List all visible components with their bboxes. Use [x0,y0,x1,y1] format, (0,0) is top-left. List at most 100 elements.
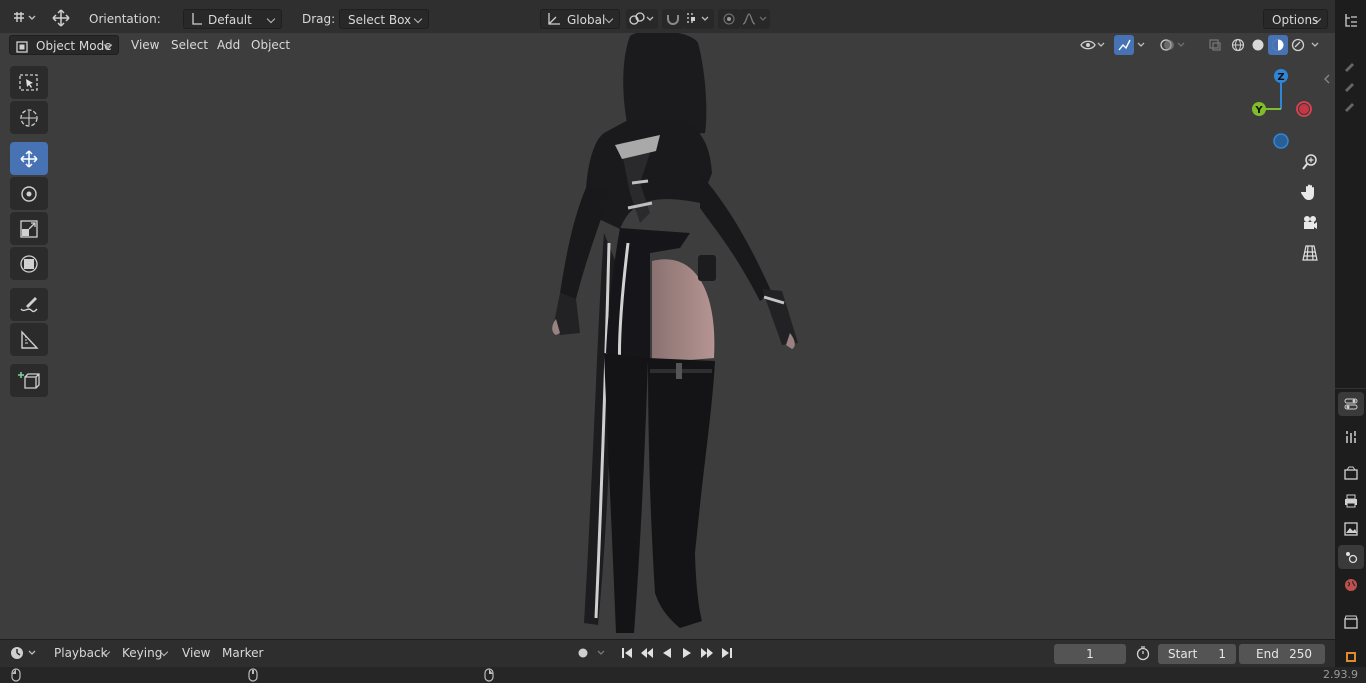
orientation-dropdown[interactable]: Default [183,9,282,29]
transform-icon [20,254,38,273]
tab-output[interactable] [1338,489,1364,513]
visibility-dropdown[interactable] [1078,35,1108,55]
pan-button[interactable] [1296,178,1324,206]
toggles-icon [1344,398,1358,410]
tab-view-layer[interactable] [1338,517,1364,541]
zoom-button[interactable] [1296,148,1324,176]
start-frame-field[interactable]: Start 1 [1158,644,1236,664]
play-icon [683,648,691,658]
tool-scale[interactable] [10,212,48,245]
xray-icon [1209,39,1221,51]
menu-object[interactable]: Object [245,35,296,55]
snap-toggle[interactable] [662,9,684,29]
tool-transform[interactable] [10,247,48,280]
shading-material-button[interactable] [1268,35,1288,55]
timeline-editor-type[interactable] [8,643,40,663]
falloff-dropdown[interactable] [740,9,770,29]
scene-icon [1346,552,1358,564]
gizmo-dropdown[interactable] [1134,35,1148,55]
preview-range-toggle[interactable] [1132,643,1154,663]
pivot-point-button[interactable] [626,9,658,29]
drag-dropdown[interactable]: Select Box [339,9,429,29]
keying-set-dropdown[interactable] [594,643,608,663]
tab-tool[interactable] [1338,425,1364,449]
tool-move[interactable] [10,142,48,175]
auto-keying-toggle[interactable] [572,643,594,663]
outliner-editor-type[interactable] [1338,8,1364,32]
transform-orientation-value: Global [567,13,606,27]
tab-scene[interactable] [1338,545,1364,569]
navigation-gizmo[interactable]: Z Y [1245,67,1325,157]
xray-toggle[interactable] [1204,35,1226,55]
editor-type-button[interactable] [10,8,40,28]
wireframe-sphere-icon [1231,38,1245,52]
divider [1335,388,1366,389]
add-cube-icon [18,371,40,389]
menu-add[interactable]: Add [211,35,246,55]
mode-dropdown[interactable]: Object Mode [9,35,119,55]
menu-marker[interactable]: Marker [216,643,269,663]
drag-value: Select Box [348,13,412,27]
tab-world[interactable] [1338,573,1364,597]
tool-annotate[interactable] [10,288,48,321]
jump-to-start-button[interactable] [617,643,637,663]
gizmo-toggle[interactable] [1114,35,1134,55]
tool-cursor[interactable] [10,101,48,134]
current-frame-field[interactable]: 1 [1054,644,1126,664]
end-frame-field[interactable]: End 250 [1239,644,1325,664]
menu-playback[interactable]: Playback [46,643,116,663]
shading-wireframe-button[interactable] [1228,35,1248,55]
magnet-icon [667,15,679,25]
shading-solid-button[interactable] [1248,35,1268,55]
transform-orientation-dropdown[interactable]: Global [540,9,620,29]
tab-object[interactable] [1338,645,1364,669]
perspective-toggle[interactable] [1296,239,1324,267]
move-tool-header-icon[interactable] [50,8,72,28]
rendered-sphere-icon [1291,38,1305,52]
tab-collection[interactable] [1338,610,1364,634]
end-value: 250 [1289,647,1312,661]
proportional-edit-toggle[interactable] [718,9,740,29]
wrench-icon [1346,431,1356,443]
camera-icon [1304,216,1317,229]
zoom-icon [1302,154,1317,170]
tab-render[interactable] [1338,461,1364,485]
snap-increment-icon [687,13,709,23]
play-button[interactable] [677,643,697,663]
menu-view[interactable]: View [125,35,165,55]
tool-add-cube[interactable] [10,364,48,397]
collection-box-icon [1344,615,1358,629]
jump-keyframe-back-button[interactable] [637,643,657,663]
shading-dropdown[interactable] [1308,35,1322,55]
options-dropdown[interactable]: Options [1263,9,1328,29]
play-reverse-button[interactable] [657,643,677,663]
mouse-middle-icon [247,668,259,683]
axis-neg-z-ball[interactable] [1273,133,1289,149]
global-axes-icon [546,11,562,33]
snap-element-dropdown[interactable] [684,9,714,29]
jump-to-end-button[interactable] [717,643,737,663]
chevron-down-icon [597,650,605,655]
tab-tool-settings[interactable] [1338,392,1364,416]
falloff-curve-icon [742,13,767,25]
image-icon [1344,522,1358,536]
drag-label: Drag: [302,12,336,26]
jump-keyframe-forward-button[interactable] [697,643,717,663]
tool-rotate[interactable] [10,177,48,210]
next-keyframe-icon [701,648,713,658]
chevron-down-icon [1311,42,1319,47]
mouse-left-icon [10,668,22,683]
character-model[interactable] [0,33,1335,637]
tool-select-box[interactable] [10,66,48,99]
camera-view-button[interactable] [1296,209,1324,237]
tool-measure[interactable] [10,323,48,356]
menu-keying[interactable]: Keying [114,643,174,663]
sidebar-toggle[interactable] [1322,73,1335,87]
shading-rendered-button[interactable] [1288,35,1308,55]
menu-timeline-view[interactable]: View [176,643,216,663]
scale-icon [20,219,38,238]
editor-type-icon [14,12,36,22]
overlays-dropdown[interactable] [1158,35,1188,55]
3d-viewport[interactable]: Object Mode View Select Add Object Z Y [0,33,1335,637]
menu-select[interactable]: Select [165,35,214,55]
